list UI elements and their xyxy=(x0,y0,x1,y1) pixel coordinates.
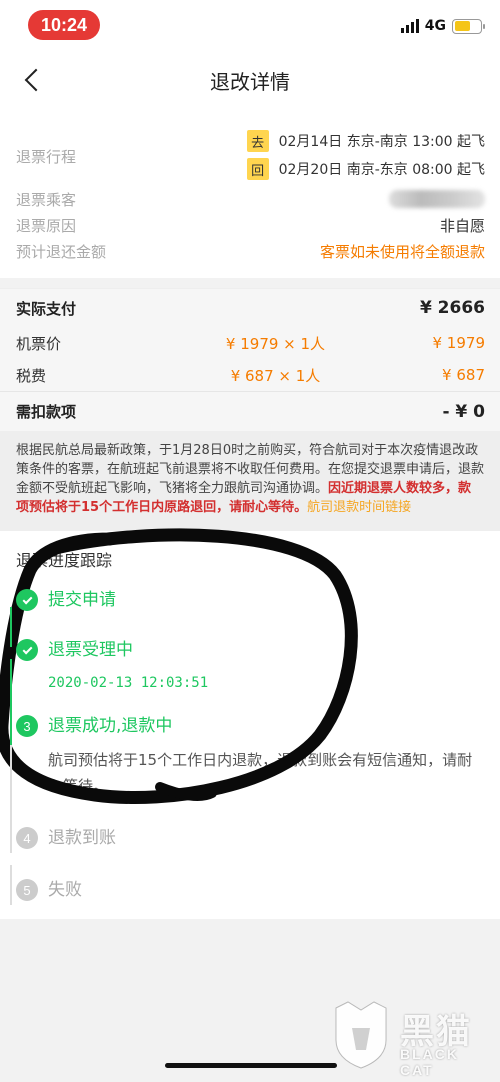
reason-row: 退票原因 非自愿 xyxy=(16,212,485,238)
status-time: 10:24 xyxy=(28,10,100,40)
connector-4 xyxy=(10,865,12,905)
policy-notice: 根据民航总局最新政策，于1月28日0时之前购买，符合航司对于本次疫情退改政策条件… xyxy=(0,431,500,531)
paid-total-value: ¥ 2666 xyxy=(419,298,485,318)
refund-time-link[interactable]: 航司退款时间链接 xyxy=(307,500,411,515)
status-icons: 4G xyxy=(400,18,485,34)
check-icon xyxy=(16,639,38,661)
tax-label: 税费 xyxy=(16,366,47,385)
step-failed: 5 失败 xyxy=(16,879,485,919)
trip-label: 退票行程 xyxy=(16,148,77,166)
nav-bar: 退改详情 xyxy=(0,52,500,108)
refund-amount-value: 客票如未使用将全额退款 xyxy=(319,242,485,261)
tax-value: ¥ 687 xyxy=(442,366,485,384)
connector-3 xyxy=(10,745,12,853)
tax-detail: ¥ 687 × 1人 xyxy=(230,366,321,385)
paid-total-row: 实际支付 ¥ 2666 xyxy=(0,289,500,327)
refund-amount-row: 预计退还金额 客票如未使用将全额退款 xyxy=(16,238,485,264)
connector-1 xyxy=(10,607,12,647)
step-processing: 退票受理中 2020-02-13 12:03:51 xyxy=(16,639,485,715)
watermark-text-en: BLACK CAT xyxy=(400,1046,459,1078)
outbound-tag: 去 xyxy=(246,130,269,152)
connector-2 xyxy=(10,659,12,745)
progress-title: 退票进度跟踪 xyxy=(16,551,113,570)
reason-value: 非自愿 xyxy=(439,216,485,235)
step-label: 失败 xyxy=(48,880,82,900)
passenger-row: 退票乘客 xyxy=(16,186,485,212)
home-indicator xyxy=(165,1063,337,1068)
step-label: 退款到账 xyxy=(48,828,116,848)
step-arrived: 4 退款到账 xyxy=(16,827,485,879)
fare-detail: ¥ 1979 × 1人 xyxy=(225,334,326,353)
step-submit: 提交申请 xyxy=(16,589,485,639)
step-desc: 航司预估将于15个工作日内退款，退款到账会有短信通知，请耐心等待。 xyxy=(48,751,473,795)
passenger-name-redacted xyxy=(389,190,485,208)
step-time: 2020-02-13 12:03:51 xyxy=(48,675,209,691)
deduct-value: - ¥ 0 xyxy=(442,401,485,422)
trip-row: 退票行程 去 02月14日 东京-南京 13:00 起飞 回 02月20日 南京… xyxy=(16,130,485,186)
tax-row: 税费 ¥ 687 × 1人 ¥ 687 xyxy=(0,359,500,391)
trip-leg-outbound: 去 02月14日 东京-南京 13:00 起飞 xyxy=(246,130,485,152)
step-number-5: 5 xyxy=(16,879,38,901)
step-label: 退票受理中 xyxy=(48,640,133,660)
fare-value: ¥ 1979 xyxy=(432,334,486,352)
step-label: 提交申请 xyxy=(48,590,116,610)
outbound-text: 02月14日 东京-南京 13:00 起飞 xyxy=(278,134,485,150)
signal-icon xyxy=(400,19,419,33)
return-text: 02月20日 南京-东京 08:00 起飞 xyxy=(278,162,485,178)
step-number-4: 4 xyxy=(16,827,38,849)
step-number-3: 3 xyxy=(16,715,38,737)
battery-icon xyxy=(452,18,485,34)
fare-row: 机票价 ¥ 1979 × 1人 ¥ 1979 xyxy=(0,327,500,359)
reason-label: 退票原因 xyxy=(16,216,77,235)
trip-leg-return: 回 02月20日 南京-东京 08:00 起飞 xyxy=(246,158,485,180)
return-tag: 回 xyxy=(246,158,269,180)
trip-legs: 去 02月14日 东京-南京 13:00 起飞 回 02月20日 南京-东京 0… xyxy=(246,130,485,180)
passenger-label: 退票乘客 xyxy=(16,190,77,209)
back-icon[interactable] xyxy=(20,64,48,96)
fare-label: 机票价 xyxy=(16,334,62,353)
refund-amount-label: 预计退还金额 xyxy=(16,242,107,261)
paid-total-label: 实际支付 xyxy=(16,299,77,318)
refund-progress: 退票进度跟踪 提交申请 退票受理中 2020-02-13 12:03:51 3 … xyxy=(0,531,500,919)
deduct-label: 需扣款项 xyxy=(16,403,77,421)
deduct-row: 需扣款项 - ¥ 0 xyxy=(0,391,500,431)
refund-info-section: 退票行程 去 02月14日 东京-南京 13:00 起飞 回 02月20日 南京… xyxy=(0,108,500,278)
status-bar: 10:24 4G xyxy=(0,0,500,52)
step-refunding: 3 退票成功,退款中 航司预估将于15个工作日内退款，退款到账会有短信通知，请耐… xyxy=(16,715,485,827)
black-cat-watermark: 黑猫 BLACK CAT xyxy=(330,998,490,1078)
check-icon xyxy=(16,589,38,611)
cat-shield-icon xyxy=(335,1001,387,1069)
payment-section: 实际支付 ¥ 2666 机票价 ¥ 1979 × 1人 ¥ 1979 税费 ¥ … xyxy=(0,288,500,431)
network-type: 4G xyxy=(424,18,446,34)
page-title: 退改详情 xyxy=(210,69,290,94)
step-label: 退票成功,退款中 xyxy=(48,716,173,736)
